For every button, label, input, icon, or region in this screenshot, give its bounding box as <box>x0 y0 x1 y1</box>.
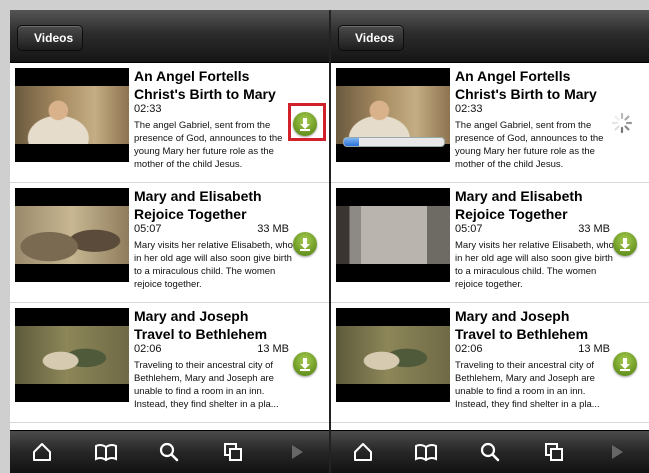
play-icon <box>612 445 624 459</box>
video-title: Mary and Joseph Travel to Bethlehem <box>455 308 589 342</box>
back-button[interactable]: Videos <box>338 25 405 51</box>
tab-bar <box>10 430 329 473</box>
download-arrow-icon <box>300 358 310 371</box>
tab-play[interactable] <box>599 437 635 467</box>
video-title: Mary and Joseph Travel to Bethlehem <box>134 308 268 342</box>
tab-home[interactable] <box>24 437 60 467</box>
video-thumbnail <box>336 68 450 162</box>
list-item[interactable]: Mary and Joseph Travel to Bethlehem 02:0… <box>331 303 649 423</box>
tab-library[interactable] <box>88 437 124 467</box>
video-title: Mary and Elisabeth Rejoice Together <box>455 188 583 222</box>
tab-search[interactable] <box>472 437 508 467</box>
tab-copy[interactable] <box>536 437 572 467</box>
tab-search[interactable] <box>151 437 187 467</box>
video-thumbnail <box>336 308 450 402</box>
video-thumbnail <box>15 68 129 162</box>
video-duration: 02:33 <box>134 103 162 115</box>
list-item[interactable]: An Angel Fortells Christ's Birth to Mary… <box>331 63 649 183</box>
screen-right: Videos An Angel Fortells Christ's Birth … <box>329 10 649 473</box>
book-icon <box>94 443 117 462</box>
video-duration: 05:07 <box>134 223 162 235</box>
download-button[interactable] <box>613 232 637 256</box>
video-size: 13 MB <box>578 343 610 355</box>
video-duration: 02:33 <box>455 103 483 115</box>
video-size: 33 MB <box>578 223 610 235</box>
download-progress-fill <box>344 138 359 146</box>
video-duration: 02:06 <box>455 343 483 355</box>
book-icon <box>415 443 438 462</box>
video-size: 33 MB <box>257 223 289 235</box>
video-thumbnail <box>15 308 129 402</box>
download-button[interactable] <box>293 232 317 256</box>
video-duration: 05:07 <box>455 223 483 235</box>
download-arrow-icon <box>620 238 630 251</box>
tab-home[interactable] <box>345 437 381 467</box>
home-icon <box>32 443 51 461</box>
download-arrow-icon <box>300 238 310 251</box>
download-button[interactable] <box>613 352 637 376</box>
video-duration: 02:06 <box>134 343 162 355</box>
video-thumbnail <box>336 188 450 282</box>
video-list: An Angel Fortells Christ's Birth to Mary… <box>331 63 649 431</box>
video-thumbnail <box>15 188 129 282</box>
highlight-box <box>288 103 326 141</box>
loading-spinner-icon <box>611 112 633 134</box>
video-title: Mary and Elisabeth Rejoice Together <box>134 188 262 222</box>
screen-left: Videos An Angel Fortells Christ's Birth … <box>10 10 329 473</box>
play-icon <box>292 445 304 459</box>
search-icon <box>160 442 179 462</box>
navigation-bar: Videos <box>10 10 329 63</box>
tab-library[interactable] <box>408 437 444 467</box>
tab-play[interactable] <box>279 437 315 467</box>
video-description: Traveling to their ancestral city of Bet… <box>455 360 600 410</box>
video-description: Mary visits her relative Elisabeth, who … <box>455 240 614 290</box>
list-item[interactable]: Mary and Elisabeth Rejoice Together 05:0… <box>331 183 649 303</box>
download-button[interactable] <box>293 352 317 376</box>
video-list: An Angel Fortells Christ's Birth to Mary… <box>10 63 329 431</box>
video-title: An Angel Fortells Christ's Birth to Mary <box>134 68 276 102</box>
video-title: An Angel Fortells Christ's Birth to Mary <box>455 68 597 102</box>
download-arrow-icon <box>620 358 630 371</box>
tab-bar <box>331 430 649 473</box>
video-description: The angel Gabriel, sent from the presenc… <box>455 120 604 170</box>
video-description: Traveling to their ancestral city of Bet… <box>134 360 279 410</box>
list-item[interactable]: Mary and Elisabeth Rejoice Together 05:0… <box>10 183 329 303</box>
navigation-bar: Videos <box>331 10 649 63</box>
tab-copy[interactable] <box>215 437 251 467</box>
copy-icon <box>224 443 243 461</box>
search-icon <box>480 442 500 462</box>
video-size: 13 MB <box>257 343 289 355</box>
list-item[interactable]: Mary and Joseph Travel to Bethlehem 02:0… <box>10 303 329 423</box>
download-progress-bar <box>343 137 445 147</box>
back-button[interactable]: Videos <box>17 25 84 51</box>
video-description: Mary visits her relative Elisabeth, who … <box>134 240 293 290</box>
video-description: The angel Gabriel, sent from the presenc… <box>134 120 283 170</box>
copy-icon <box>544 443 563 461</box>
home-icon <box>353 443 372 461</box>
list-item[interactable]: An Angel Fortells Christ's Birth to Mary… <box>10 63 329 183</box>
